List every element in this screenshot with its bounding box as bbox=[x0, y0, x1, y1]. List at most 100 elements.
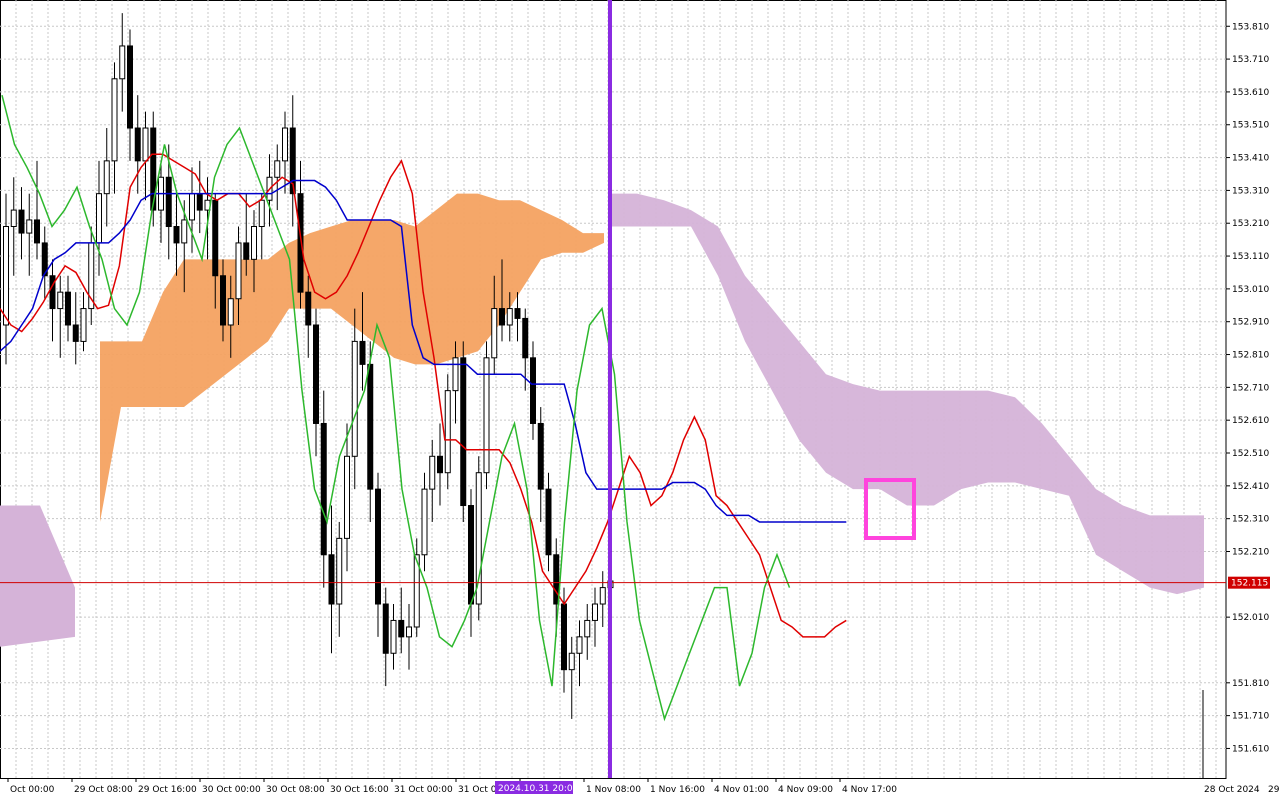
candle-body bbox=[65, 291, 71, 326]
candle-body bbox=[196, 193, 203, 211]
chart-canvas: 153.810 153.710 153.610 153.510 153.410 153.3… bbox=[0, 0, 1280, 795]
candle-body bbox=[537, 422, 544, 490]
candle-body bbox=[344, 455, 350, 539]
x-tick-label: 29 Oct 08:00 bbox=[74, 785, 133, 795]
candle-body bbox=[561, 603, 567, 671]
candle-body bbox=[142, 127, 149, 162]
candle-body bbox=[235, 242, 242, 300]
candle-body bbox=[49, 275, 56, 310]
candle-body bbox=[522, 317, 529, 359]
candle-body bbox=[127, 45, 133, 129]
candle-body bbox=[119, 45, 126, 80]
x-tick-label: Oct 00:00 bbox=[10, 785, 55, 795]
y-tick-label: 153.310 bbox=[1232, 186, 1269, 196]
y-tick-label: 153.110 bbox=[1232, 252, 1269, 262]
navigator-label: 28 Oct 2024 bbox=[1204, 785, 1260, 795]
candle-body bbox=[165, 176, 172, 228]
candle-body bbox=[258, 199, 265, 228]
candle-body bbox=[328, 554, 335, 605]
candle-body bbox=[134, 127, 141, 162]
candle-body bbox=[483, 357, 490, 474]
candle-body bbox=[444, 390, 451, 474]
candle-body bbox=[10, 209, 17, 228]
candle-body bbox=[375, 488, 381, 605]
candle-body bbox=[57, 291, 64, 310]
x-tick-label: 4 Nov 17:00 bbox=[842, 785, 897, 795]
y-tick-label: 153.510 bbox=[1232, 121, 1269, 131]
candle-body bbox=[506, 308, 513, 326]
x-tick-label: 4 Nov 01:00 bbox=[714, 785, 769, 795]
candle-body bbox=[545, 488, 552, 556]
y-tick-label: 153.610 bbox=[1232, 88, 1269, 98]
y-tick-label: 153.410 bbox=[1232, 154, 1269, 164]
x-tick-label: 30 Oct 00:00 bbox=[202, 785, 261, 795]
candle-body bbox=[34, 219, 40, 244]
candle-body bbox=[437, 455, 443, 474]
candle-body bbox=[514, 308, 521, 319]
candle-body bbox=[382, 603, 389, 654]
candle-body bbox=[297, 193, 304, 293]
candle-body bbox=[359, 340, 366, 365]
candle-body bbox=[181, 219, 188, 244]
candle-body bbox=[220, 275, 226, 326]
candle-body bbox=[72, 324, 79, 342]
candle-body bbox=[421, 488, 428, 556]
candle-body bbox=[305, 291, 312, 326]
candle-body bbox=[103, 160, 110, 195]
y-tick-label: 153.210 bbox=[1232, 219, 1269, 229]
y-tick-label: 151.610 bbox=[1232, 744, 1269, 754]
x-tick-label: 4 Nov 09:00 bbox=[778, 785, 833, 795]
y-tick-label: 153.710 bbox=[1232, 55, 1269, 65]
candle-body bbox=[313, 324, 319, 424]
y-tick-label: 153.010 bbox=[1232, 285, 1269, 295]
candle-body bbox=[460, 357, 467, 507]
candle-body bbox=[3, 226, 9, 326]
candle-body bbox=[189, 193, 195, 221]
candle-body bbox=[367, 363, 374, 490]
y-tick-label: 152.810 bbox=[1232, 351, 1269, 361]
candle-body bbox=[26, 219, 33, 234]
y-tick-label: 151.810 bbox=[1232, 679, 1269, 689]
candle-body bbox=[282, 127, 288, 162]
candle-body bbox=[274, 160, 281, 178]
ichimoku-chart[interactable]: 153.810 153.710 153.610 153.510 153.410 153.3… bbox=[0, 0, 1280, 800]
candle-body bbox=[96, 193, 102, 244]
candle-body bbox=[452, 357, 459, 392]
y-tick-label: 152.310 bbox=[1232, 515, 1269, 525]
candle-body bbox=[599, 587, 606, 605]
candle-body bbox=[429, 455, 436, 490]
candle-body bbox=[351, 340, 358, 457]
y-tick-label: 152.710 bbox=[1232, 383, 1269, 393]
candle-body bbox=[243, 242, 250, 260]
x-tick-label: 30 Oct 16:00 bbox=[330, 785, 389, 795]
candle-body bbox=[111, 78, 118, 162]
y-tick-label: 153.810 bbox=[1232, 22, 1269, 32]
current-price-label: 152.115 bbox=[1231, 579, 1268, 589]
candle-body bbox=[584, 619, 591, 638]
candle-body bbox=[18, 209, 25, 234]
candle-body bbox=[212, 199, 219, 277]
y-tick-label: 151.710 bbox=[1232, 712, 1269, 722]
y-tick-label: 152.210 bbox=[1232, 547, 1269, 557]
candle-body bbox=[406, 626, 412, 638]
x-tick-label: 1 Nov 08:00 bbox=[586, 785, 641, 795]
candle-body bbox=[227, 298, 234, 326]
candle-body bbox=[553, 554, 560, 605]
candle-body bbox=[336, 537, 343, 605]
navigator-label-2: 29 bbox=[1268, 785, 1280, 795]
x-tick-label: 1 Nov 16:00 bbox=[650, 785, 705, 795]
candle-body bbox=[320, 422, 327, 556]
candle-body bbox=[80, 308, 87, 342]
x-tick-label: 30 Oct 08:00 bbox=[266, 785, 325, 795]
candle-body bbox=[568, 652, 575, 671]
candle-body bbox=[530, 357, 536, 424]
candle-body bbox=[173, 226, 180, 244]
candle-body bbox=[491, 308, 498, 359]
candle-body bbox=[592, 603, 598, 621]
candle-body bbox=[468, 505, 474, 605]
y-tick-label: 152.610 bbox=[1232, 416, 1269, 426]
candle-body bbox=[398, 619, 405, 638]
y-tick-label: 152.910 bbox=[1232, 318, 1269, 328]
candle-body bbox=[390, 619, 397, 654]
y-tick-label: 152.010 bbox=[1232, 613, 1269, 623]
